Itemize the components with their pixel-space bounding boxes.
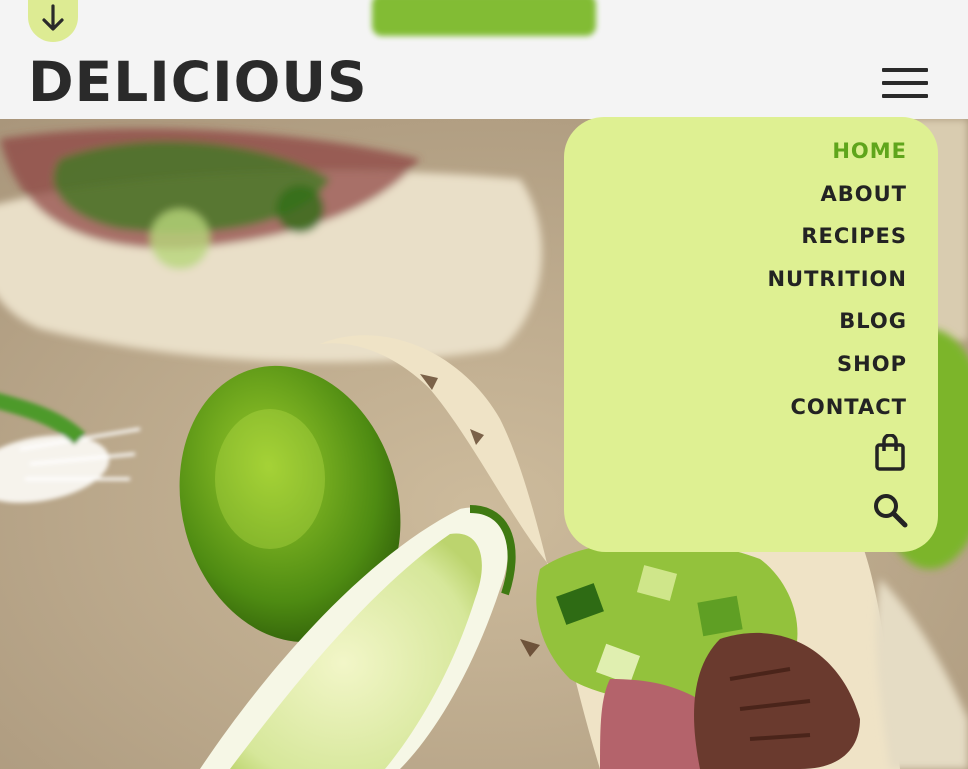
site-logo[interactable]: DELICIOUS <box>28 50 368 114</box>
site-header: DELICIOUS <box>0 0 968 119</box>
hamburger-line <box>882 94 928 98</box>
nav-item-shop: SHOP <box>767 348 907 391</box>
hamburger-menu-icon[interactable] <box>880 66 930 102</box>
nav-item-about: ABOUT <box>767 178 907 221</box>
scroll-down-button[interactable] <box>28 0 78 42</box>
hamburger-line <box>882 68 928 72</box>
nav-link-home[interactable]: HOME <box>832 139 907 163</box>
nav-link-shop[interactable]: SHOP <box>837 352 907 376</box>
shopping-bag-icon-graphic <box>875 434 905 471</box>
nav-link-about[interactable]: ABOUT <box>821 182 908 206</box>
shopping-bag-icon[interactable] <box>872 434 908 471</box>
arrow-down-icon <box>42 4 64 31</box>
nav-item-recipes: RECIPES <box>767 220 907 263</box>
nav-item-nutrition: NUTRITION <box>767 263 907 306</box>
nav-list: HOME ABOUT RECIPES NUTRITION BLOG SHOP C… <box>767 135 907 433</box>
hamburger-line <box>882 81 928 85</box>
nav-link-contact[interactable]: CONTACT <box>790 395 907 419</box>
blurred-cta-button[interactable] <box>372 0 596 36</box>
nav-link-blog[interactable]: BLOG <box>839 309 907 333</box>
nav-item-contact: CONTACT <box>767 391 907 434</box>
dropdown-nav-menu: HOME ABOUT RECIPES NUTRITION BLOG SHOP C… <box>564 117 938 552</box>
nav-item-blog: BLOG <box>767 305 907 348</box>
search-icon-graphic <box>874 494 908 528</box>
nav-link-nutrition[interactable]: NUTRITION <box>767 267 907 291</box>
nav-item-home: HOME <box>767 135 907 178</box>
search-icon[interactable] <box>872 492 908 528</box>
nav-link-recipes[interactable]: RECIPES <box>801 224 907 248</box>
